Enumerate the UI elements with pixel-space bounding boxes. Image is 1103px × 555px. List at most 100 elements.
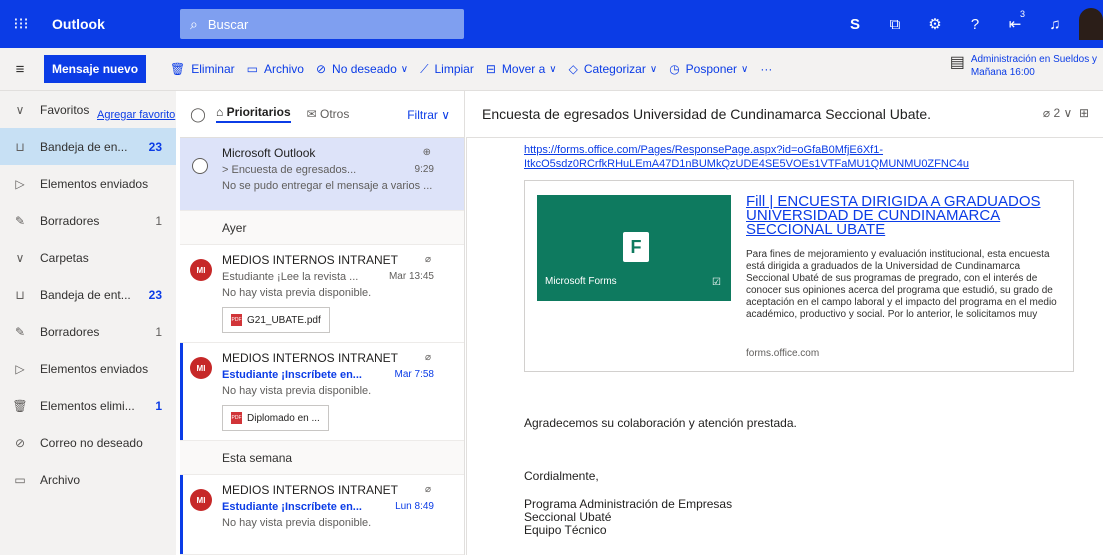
reading-pane: Encuesta de egresados Universidad de Cun… [466,91,1103,555]
draft-count: 1 [155,213,162,228]
nav-favorite-drafts[interactable]: ✎ Borradores 1 [0,202,176,239]
chevron-down-icon: ∨ [15,102,25,117]
skype-icon[interactable]: S [835,0,875,48]
avatar: MI [190,489,212,511]
calendar-icon: ▤ [949,54,965,71]
draft-count: 1 [155,324,162,339]
survey-link[interactable]: https://forms.office.com/Pages/ResponseP… [524,143,994,171]
preview: No hay vista previa disponible. [222,287,372,299]
command-bar: ≡ Mensaje nuevo 🗑 Eliminar ▭ Archivo ⊘ No d… [0,48,1103,91]
subject: Estudiante ¡Lee la revista ... [222,271,359,283]
preview: No hay vista previa disponible. [222,385,372,397]
nav-folder-inbox[interactable]: ⊔ Bandeja de ent... 23 [0,276,176,313]
help-icon[interactable]: ? [955,0,995,48]
closing-text: Cordialmente, [524,469,599,483]
draft-icon: ✎ [14,324,26,339]
preview: No hay vista previa disponible. [222,517,372,529]
junk-button[interactable]: ⊘ No deseado ∨ [316,62,408,76]
archive-icon: ▭ [14,472,26,487]
nav-favorite-inbox[interactable]: ⊔ Bandeja de en... 23 [0,128,176,165]
folder-pane: ∨ Favoritos ⊔ Bandeja de en... 23 ▷ Elemento… [0,91,176,555]
block-icon: ⊘ [14,435,26,450]
move-to-button[interactable]: ⊟ Mover a ∨ [486,62,557,76]
chevron-down-icon: ∨ [649,63,658,75]
delete-button[interactable]: 🗑 Eliminar [170,62,235,76]
time: 9:29 [414,164,434,175]
chevron-down-icon: ∨ [400,63,409,75]
subject: > Encuesta de egresados... [222,164,357,176]
flag-icon: ⊕ [422,147,431,158]
forms-label: Microsoft Forms [545,276,617,287]
tab-other[interactable]: ✉ Otros [307,107,350,121]
link-preview-card[interactable]: F Microsoft Forms ☑ Fill | ENCUESTA DIRI… [524,180,1074,372]
paperclip-icon: ⌀ [424,254,431,265]
checkbox-icon: ☑ [712,277,721,288]
reminder[interactable]: ▤ Administración en Sueldos y Mañana 16:… [950,53,1097,79]
avatar: MI [190,357,212,379]
move-icon: ⊟ [485,62,496,76]
paperclip-icon: ⌀ [424,484,431,495]
nav-folder-sent[interactable]: ▷ Elementos enviados [0,350,176,387]
card-description: Para fines de mejoramiento y evaluación … [746,249,1057,320]
list-item[interactable]: Microsoft Outlook ⊕ > Encuesta de egresa… [180,138,464,211]
bell-icon[interactable]: ♫ [1035,0,1075,48]
filter-button[interactable]: Filtrar ∨ [407,108,450,122]
sender: Microsoft Outlook [222,146,316,160]
unread-count: 23 [148,139,162,154]
select-radio[interactable] [192,158,208,174]
reminder-time: Mañana 16:00 [970,67,1035,78]
new-mail-button[interactable]: Mensaje nuevo [44,55,147,83]
gear-icon[interactable]: ⚙ [915,0,955,48]
nav-folder-drafts[interactable]: ✎ Borradores 1 [0,313,176,350]
myday-icon[interactable]: ⧉ [875,0,915,48]
list-item[interactable]: MI MEDIOS INTERNOS INTRANET ⌀ Estudiante… [180,245,464,343]
archive-button[interactable]: ▭ Archivo [247,62,304,76]
thanks-text: Agradecemos su colaboración y atención p… [524,416,797,430]
search-box[interactable]: ⌕ Buscar [180,9,464,39]
user-avatar[interactable] [1079,8,1103,40]
time: Mar 13:45 [388,271,434,282]
sender: MEDIOS INTERNOS INTRANET [222,253,399,267]
pdf-icon: PDF [231,314,242,326]
paperclip-icon: ⌀ [424,352,431,363]
chevron-down-icon: ∨ [15,250,25,265]
sent-icon: ▷ [15,176,25,191]
select-all-checkbox[interactable]: ◯ [180,106,216,123]
tab-focused[interactable]: ⌂ Prioritarios [216,105,291,123]
attachments-indicator[interactable]: ⌀ 2 ∨ ⊞ [1043,106,1089,120]
inbox-icon: ⊔ [15,139,25,154]
subject: Estudiante ¡Inscríbete en... [222,369,362,381]
time: Mar 7:58 [394,369,434,380]
list-item[interactable]: MI MEDIOS INTERNOS INTRANET ⌀ Estudiante… [180,475,464,555]
attachment-chip[interactable]: PDF Diplomado en ... [222,405,329,431]
sender: MEDIOS INTERNOS INTRANET [222,351,399,365]
more-actions-button[interactable]: ··· [760,62,772,76]
nav-folder-deleted[interactable]: 🗑 Elementos elimi... 1 [0,387,176,424]
app-title[interactable]: Outlook [42,16,172,32]
pdf-icon: PDF [231,412,242,424]
nav-favorite-sent[interactable]: ▷ Elementos enviados [0,165,176,202]
feedback-icon[interactable]: ⇤ 3 [995,0,1035,48]
feedback-count: 3 [1019,9,1025,19]
attachment-chip[interactable]: PDF G21_UBATE.pdf [222,307,330,333]
draft-icon: ✎ [14,213,26,228]
snooze-button[interactable]: ◷ Posponer ∨ [669,62,748,76]
signature: Programa Administración de Empresas Secc… [524,498,732,537]
card-title[interactable]: Fill | ENCUESTA DIRIGIDA A GRADUADOS UNI… [746,194,1056,237]
search-input[interactable]: Buscar [208,17,248,32]
nav-folder-archive[interactable]: ▭ Archivo [0,461,176,498]
categorize-button[interactable]: ◇ Categorizar ∨ [569,62,658,76]
hamburger-icon[interactable]: ≡ [0,61,40,78]
signature-line: Equipo Técnico [524,523,607,537]
sweep-button[interactable]: ⟋ Limpiar [420,62,474,77]
unread-count: 23 [148,287,162,302]
forms-logo-icon: F [623,232,649,262]
sent-icon: ▷ [15,361,25,376]
app-launcher-icon[interactable]: ⁝⁝⁝ [0,0,42,48]
trash-icon: 🗑 [12,398,28,413]
message-list-header: ◯ ⌂ Prioritarios ✉ Otros Filtrar ∨ [180,91,464,138]
nav-folder-junk[interactable]: ⊘ Correo no deseado [0,424,176,461]
folders-header[interactable]: ∨ Carpetas [0,239,176,276]
list-item[interactable]: MI MEDIOS INTERNOS INTRANET ⌀ Estudiante… [180,343,464,441]
inbox-icon: ⊔ [15,287,25,302]
